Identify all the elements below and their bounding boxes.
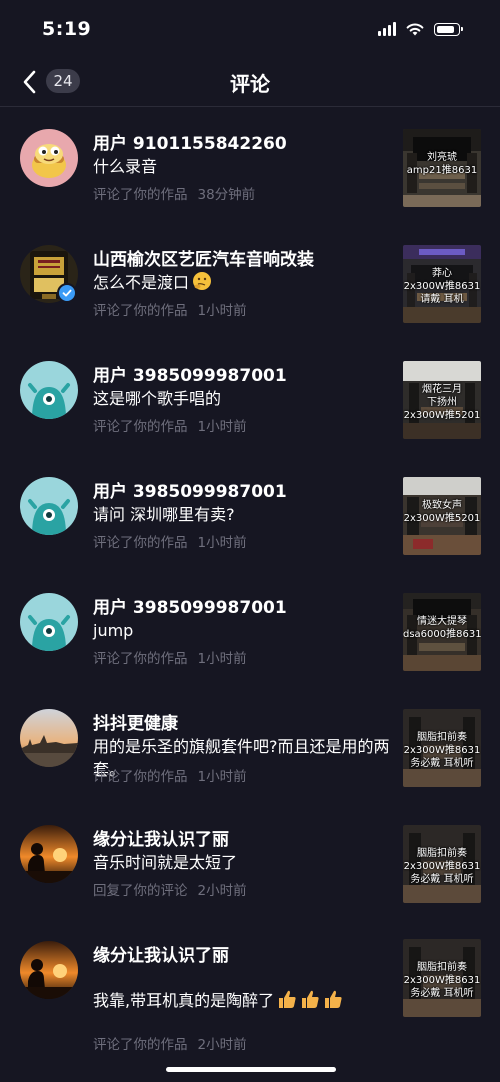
thumbnail-caption: 极致女声 2x300W推5201	[403, 500, 481, 524]
cartoon-food-avatar[interactable]	[20, 129, 78, 187]
comment-time: 1小时前	[197, 651, 247, 667]
comment-author[interactable]: 用户 3985099987001	[93, 361, 287, 386]
comment-action: 评论了你的作品	[93, 769, 188, 785]
status-icons	[378, 22, 463, 36]
battery-icon	[434, 22, 463, 36]
comment-row[interactable]: 用户 3985099987001 jump 评论了你的作品 1小时前 情迷大提琴 …	[0, 571, 500, 687]
comment-author[interactable]: 缘分让我认识了丽	[93, 825, 229, 850]
comment-action: 评论了你的作品	[93, 187, 188, 203]
video-thumbnail[interactable]: 情迷大提琴 dsa6000推8631	[403, 593, 481, 671]
comment-meta: 回复了你的评论 2小时前	[93, 879, 247, 899]
thumbnail-caption: 烟花三月 下扬州 2x300W推5201	[403, 384, 481, 421]
default-teal-avatar[interactable]	[20, 361, 78, 419]
comment-text: 怎么不是渡口	[93, 271, 393, 297]
comment-meta: 评论了你的作品 2小时前	[93, 1033, 247, 1053]
default-teal-avatar[interactable]	[20, 593, 78, 651]
comment-time: 1小时前	[197, 535, 247, 551]
thinking-face-icon	[192, 271, 212, 297]
status-bar: 5:19	[0, 0, 500, 60]
comment-text: 音乐时间就是太短了	[93, 853, 238, 872]
comment-meta: 评论了你的作品 38分钟前	[93, 183, 255, 203]
default-teal-avatar[interactable]	[20, 477, 78, 535]
thumbnail-caption: 胭脂扣前奏 2x300W推8631 务必戴 耳机听	[403, 732, 481, 769]
comment-action: 评论了你的作品	[93, 651, 188, 667]
video-thumbnail[interactable]: 胭脂扣前奏 2x300W推8631 务必戴 耳机听	[403, 939, 481, 1017]
comment-action: 回复了你的评论	[93, 883, 188, 899]
status-time: 5:19	[42, 18, 92, 40]
comment-meta: 评论了你的作品 1小时前	[93, 299, 247, 319]
comment-author[interactable]: 用户 9101155842260	[93, 129, 287, 154]
signal-icon	[378, 22, 396, 36]
comment-text: 这是哪个歌手唱的	[93, 389, 222, 408]
sunset-silhouette-avatar[interactable]	[20, 825, 78, 883]
comment-time: 2小时前	[197, 1037, 247, 1053]
comment-row[interactable]: 缘分让我认识了丽 我靠,带耳机真的是陶醉了 评论了你的作品 2小时前 胭脂扣前奏 …	[0, 919, 500, 1059]
thumbnail-caption: 刘亮琥 amp21推8631	[406, 152, 478, 176]
comment-time: 38分钟前	[197, 187, 256, 203]
comment-row[interactable]: 缘分让我认识了丽 音乐时间就是太短了 回复了你的评论 2小时前 胭脂扣前奏 2x3…	[0, 803, 500, 919]
comment-text: jump	[93, 621, 134, 640]
comment-meta: 评论了你的作品 1小时前	[93, 765, 247, 785]
comment-row[interactable]: 用户 3985099987001 请问 深圳哪里有卖? 评论了你的作品 1小时前 …	[0, 455, 500, 571]
thumbnail-caption: 胭脂扣前奏 2x300W推8631 务必戴 耳机听	[403, 962, 481, 999]
nav-bar: 24 评论	[0, 60, 500, 107]
comment-text: 请问 深圳哪里有卖?	[93, 505, 235, 524]
comment-action: 评论了你的作品	[93, 535, 188, 551]
thumbnail-caption: 情迷大提琴 dsa6000推8631	[403, 616, 481, 640]
comment-row[interactable]: 用户 9101155842260 什么录音 评论了你的作品 38分钟前 刘亮琥 a…	[0, 107, 500, 223]
comment-time: 2小时前	[197, 883, 247, 899]
video-thumbnail[interactable]: 胭脂扣前奏 2x300W推8631 务必戴 耳机听	[403, 709, 481, 787]
comment-time: 1小时前	[197, 419, 247, 435]
comment-action: 评论了你的作品	[93, 1037, 188, 1053]
comment-time: 1小时前	[197, 769, 247, 785]
comment-author[interactable]: 用户 3985099987001	[93, 593, 287, 618]
thumbs-up-icon	[277, 989, 343, 1015]
video-thumbnail[interactable]: 莽心 2x300W推8631 请戴 耳机	[403, 245, 481, 323]
video-thumbnail[interactable]: 刘亮琥 amp21推8631	[403, 129, 481, 207]
video-thumbnail[interactable]: 烟花三月 下扬州 2x300W推5201	[403, 361, 481, 439]
comment-author[interactable]: 抖抖更健康	[93, 709, 178, 734]
comment-action: 评论了你的作品	[93, 419, 188, 435]
comment-meta: 评论了你的作品 1小时前	[93, 531, 247, 551]
comment-author[interactable]: 用户 3985099987001	[93, 477, 287, 502]
comment-action: 评论了你的作品	[93, 303, 188, 319]
video-thumbnail[interactable]: 极致女声 2x300W推5201	[403, 477, 481, 555]
comment-row[interactable]: 用户 3985099987001 这是哪个歌手唱的 评论了你的作品 1小时前 烟花…	[0, 339, 500, 455]
page-title: 评论	[230, 72, 270, 96]
comment-list: 用户 9101155842260 什么录音 评论了你的作品 38分钟前 刘亮琥 a…	[0, 107, 500, 1059]
comment-row[interactable]: 山西榆次区艺匠汽车音响改装 怎么不是渡口 评论了你的作品 1小时前 莽心 2x30…	[0, 223, 500, 339]
landscape-avatar[interactable]	[20, 709, 78, 767]
comment-author[interactable]: 缘分让我认识了丽	[93, 941, 229, 966]
verified-badge-icon	[57, 283, 77, 303]
comment-meta: 评论了你的作品 1小时前	[93, 415, 247, 435]
comment-text: 什么录音	[93, 157, 158, 176]
sunset-silhouette-avatar[interactable]	[20, 941, 78, 999]
wifi-icon	[406, 23, 424, 36]
video-thumbnail[interactable]: 胭脂扣前奏 2x300W推8631 务必戴 耳机听	[403, 825, 481, 903]
comment-author[interactable]: 山西榆次区艺匠汽车音响改装	[93, 245, 314, 270]
thumbnail-caption: 胭脂扣前奏 2x300W推8631 务必戴 耳机听	[403, 848, 481, 885]
comment-meta: 评论了你的作品 1小时前	[93, 647, 247, 667]
comment-row[interactable]: 抖抖更健康 用的是乐圣的旗舰套件吧?而且还是用的两套。 评论了你的作品 1小时前 …	[0, 687, 500, 803]
thumbnail-caption: 莽心 2x300W推8631 请戴 耳机	[403, 268, 481, 305]
comment-text: 我靠,带耳机真的是陶醉了	[93, 989, 393, 1015]
comment-time: 1小时前	[197, 303, 247, 319]
home-indicator[interactable]	[166, 1067, 336, 1072]
